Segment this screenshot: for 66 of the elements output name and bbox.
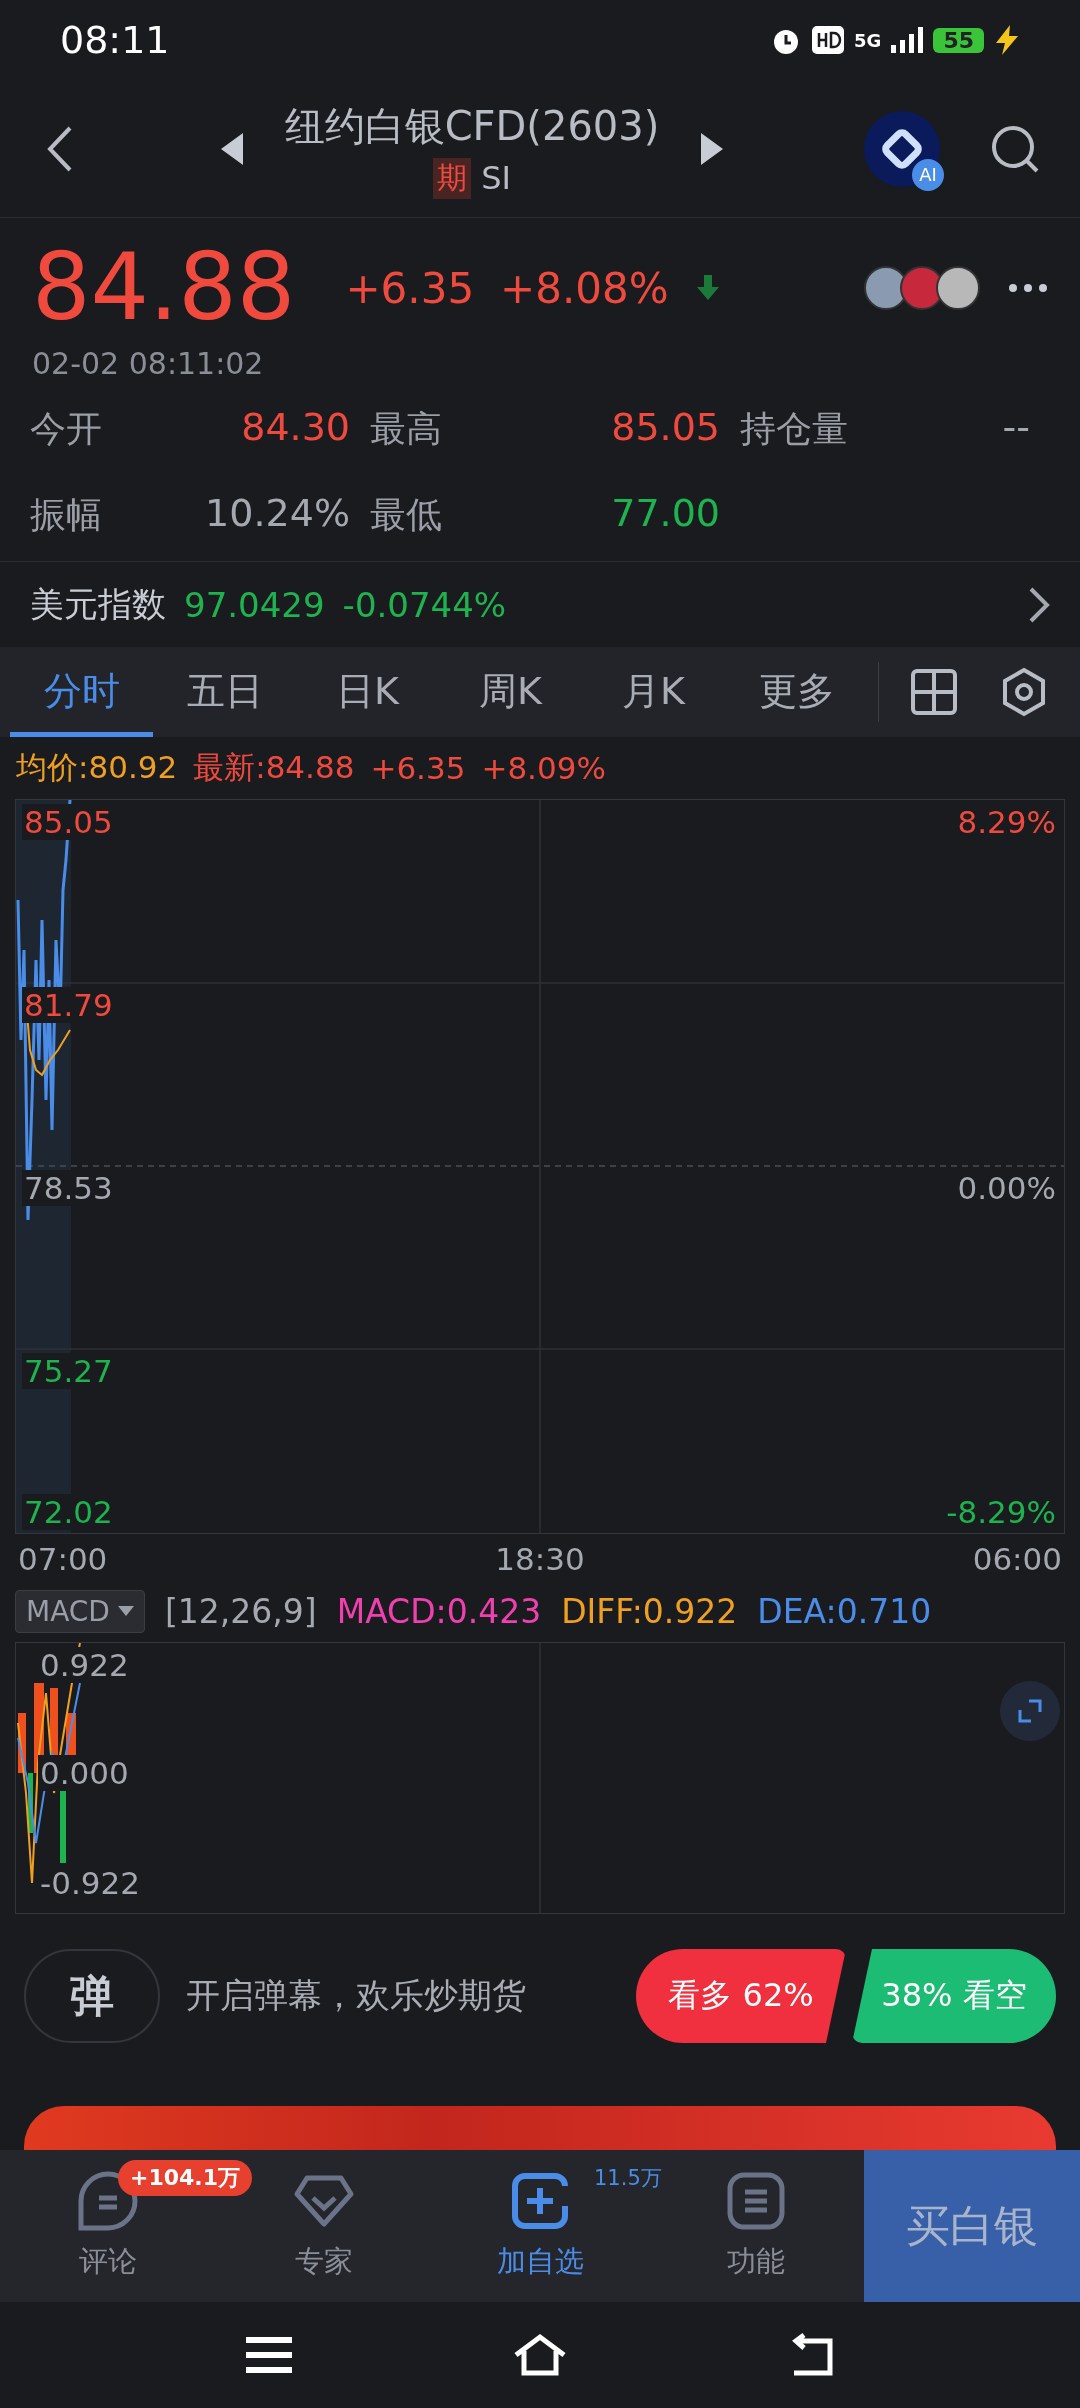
index-label: 美元指数 bbox=[30, 582, 166, 626]
avatar[interactable] bbox=[936, 266, 980, 310]
hd-icon bbox=[812, 26, 845, 54]
chart-tab[interactable]: 更多 bbox=[725, 647, 868, 737]
indicator-value: DEA:0.710 bbox=[757, 1591, 932, 1631]
danmaku-toggle[interactable]: 弹 bbox=[24, 1949, 160, 2043]
last-price: 84.88 bbox=[32, 242, 296, 334]
stat-value: 84.30 bbox=[240, 405, 351, 451]
instrument-title: 纽约白银CFD(2603) bbox=[284, 101, 660, 151]
nav-tab[interactable]: 专家 bbox=[274, 2156, 374, 2296]
index-value: 97.0429 bbox=[184, 584, 325, 625]
add-square-icon bbox=[509, 2170, 571, 2232]
stat-label: 振幅 bbox=[30, 493, 103, 537]
indicator-value: DIFF:0.922 bbox=[561, 1591, 738, 1631]
indicator-select[interactable]: MACD bbox=[15, 1589, 145, 1633]
caret-icon bbox=[117, 1606, 134, 1616]
time-axis-label: 07:00 bbox=[18, 1541, 108, 1577]
down-arrow-icon bbox=[694, 275, 721, 301]
price-change: +6.35 bbox=[345, 263, 475, 313]
bearish-vote-button[interactable]: 38% 看空 bbox=[852, 1949, 1056, 2043]
stat-label: 持仓量 bbox=[740, 407, 849, 451]
bullish-vote-button[interactable]: 看多 62% bbox=[636, 1949, 846, 2043]
stat-value: 77.00 bbox=[610, 491, 721, 537]
chevron-right-icon[interactable] bbox=[1028, 585, 1050, 624]
status-time: 08:11 bbox=[60, 18, 170, 62]
menu-icon[interactable] bbox=[246, 2336, 292, 2374]
list-square-icon bbox=[725, 2170, 787, 2232]
nav-tab[interactable]: 功能 bbox=[706, 2156, 806, 2296]
network-label: 5G bbox=[854, 29, 882, 51]
nav-tab[interactable]: 加自选 bbox=[490, 2156, 590, 2296]
futures-tag: 期 bbox=[433, 157, 472, 199]
charging-icon bbox=[994, 25, 1020, 55]
instrument-code: SI bbox=[481, 159, 511, 197]
next-icon[interactable] bbox=[699, 132, 724, 165]
percent-change: +8.08% bbox=[500, 263, 669, 313]
latest-change: +6.35 bbox=[370, 750, 466, 786]
indicator-params: [12,26,9] bbox=[164, 1591, 317, 1631]
watchlist-count: 11.5万 bbox=[594, 2165, 662, 2192]
time-axis-label: 18:30 bbox=[495, 1541, 585, 1577]
buy-button[interactable]: 买白银 bbox=[864, 2150, 1080, 2302]
indicator-value: MACD:0.423 bbox=[336, 1591, 542, 1631]
battery-level: 55 bbox=[933, 27, 984, 53]
search-icon[interactable] bbox=[990, 123, 1040, 174]
stat-label: 今开 bbox=[30, 407, 103, 451]
home-icon[interactable] bbox=[512, 2333, 568, 2377]
chart-tab[interactable]: 月K bbox=[582, 647, 725, 737]
chart-tab[interactable]: 分时 bbox=[10, 647, 153, 737]
chart-tab[interactable]: 周K bbox=[439, 647, 582, 737]
latest-price: 最新:84.88 bbox=[193, 748, 355, 787]
index-change: -0.0744% bbox=[342, 584, 507, 625]
stat-label: 最高 bbox=[370, 407, 443, 451]
stat-value: -- bbox=[1001, 405, 1031, 451]
time-axis-label: 06:00 bbox=[972, 1541, 1062, 1577]
chart-tab[interactable]: 日K bbox=[296, 647, 439, 737]
average-price: 均价:80.92 bbox=[16, 748, 178, 787]
stat-value: 10.24% bbox=[204, 491, 351, 537]
previous-icon[interactable] bbox=[220, 132, 245, 165]
comment-count-badge: +104.1万 bbox=[118, 2160, 253, 2196]
quote-time: 02-02 08:11:02 bbox=[31, 345, 265, 381]
more-icon[interactable] bbox=[1008, 283, 1048, 293]
danmaku-prompt: 开启弹幕，欢乐炒期货 bbox=[186, 1974, 527, 2017]
stat-value: 85.05 bbox=[610, 405, 721, 451]
chart-tab[interactable]: 五日 bbox=[153, 647, 296, 737]
stat-label: 最低 bbox=[370, 493, 443, 537]
latest-percent: +8.09% bbox=[481, 750, 606, 786]
signal-icon bbox=[891, 27, 924, 53]
